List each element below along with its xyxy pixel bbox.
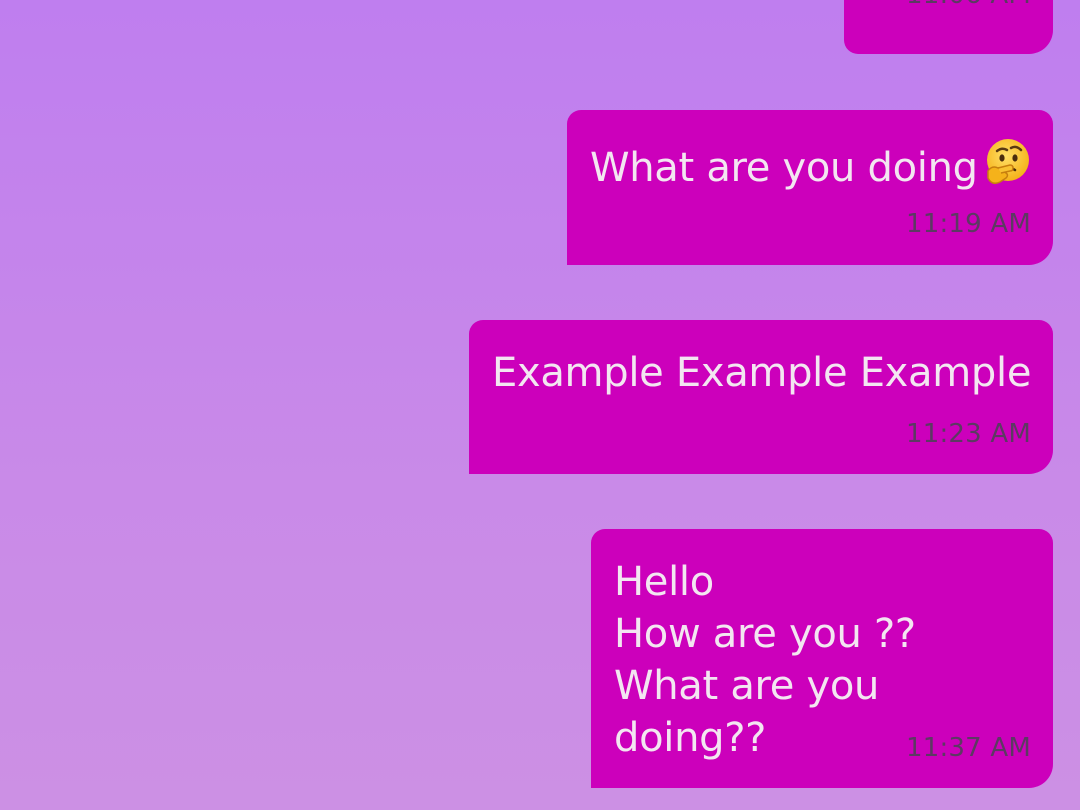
message-time: 11:06 AM — [906, 0, 1031, 10]
message-time: 11:37 AM — [905, 733, 1031, 763]
message-time: 11:19 AM — [905, 209, 1031, 239]
chat-message-list[interactable]: 11:06 AM What are you doing — [0, 0, 1080, 810]
message-time: 11:23 AM — [905, 419, 1031, 449]
message-text: What are you doing — [590, 137, 1033, 200]
message-text: Example Example Example — [492, 350, 1032, 396]
message-bubble[interactable]: Hello How are you ?? What are you doing?… — [591, 529, 1053, 788]
message-bubble[interactable]: 11:06 AM — [844, 0, 1053, 54]
thinking-face-icon — [982, 137, 1032, 200]
message-bubble[interactable]: Example Example Example 11:23 AM — [469, 320, 1053, 474]
message-text-content: What are you doing — [590, 145, 978, 191]
message-bubble[interactable]: What are you doing 11:19 AM — [567, 110, 1053, 265]
